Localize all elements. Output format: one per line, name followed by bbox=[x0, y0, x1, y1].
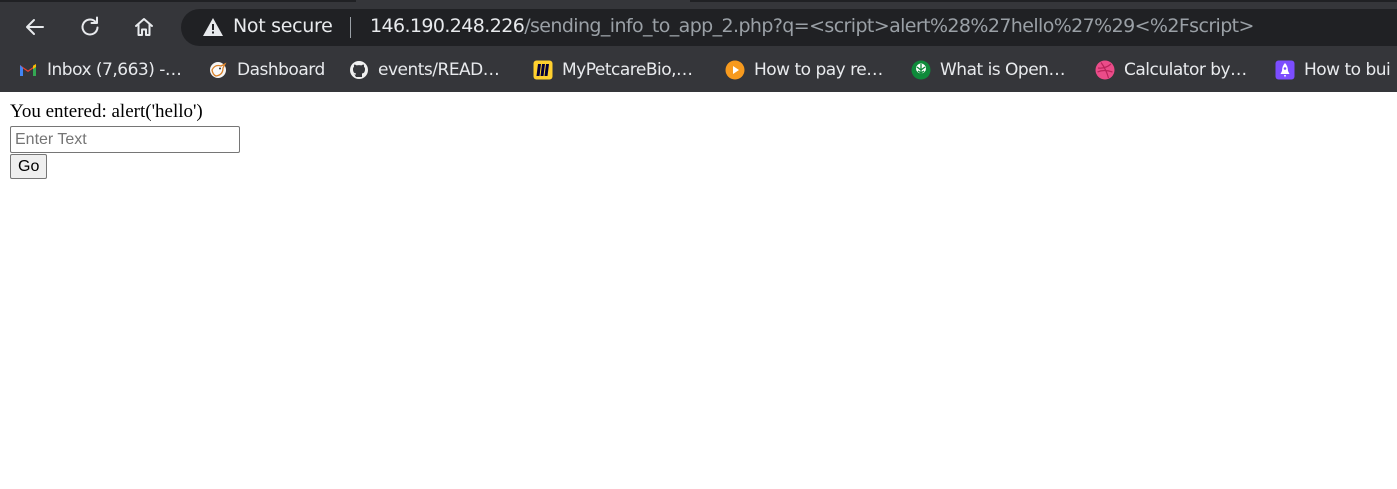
bookmark-how-to-pay[interactable]: How to pay re… bbox=[725, 57, 883, 83]
dribbble-icon bbox=[1095, 60, 1115, 80]
bookmark-label: What is Open… bbox=[940, 60, 1065, 80]
bookmark-label: Calculator by… bbox=[1124, 60, 1247, 80]
miro-icon bbox=[533, 60, 553, 80]
bookmark-events-readme[interactable]: events/READ… bbox=[349, 57, 500, 83]
bookmark-what-is-open[interactable]: What is Open… bbox=[911, 57, 1065, 83]
page-content: You entered: alert('hello') Go bbox=[0, 92, 1397, 489]
back-button[interactable] bbox=[19, 11, 51, 43]
address-bar[interactable]: Not secure 146.190.248.226/sending_info_… bbox=[181, 9, 1397, 46]
go-button[interactable]: Go bbox=[10, 154, 48, 179]
bookmark-how-to-build[interactable]: How to bui bbox=[1275, 57, 1391, 83]
back-arrow-icon bbox=[26, 19, 44, 35]
url-text[interactable]: 146.190.248.226/sending_info_to_app_2.ph… bbox=[370, 15, 1254, 37]
text-input[interactable] bbox=[10, 126, 240, 153]
url-path: /sending_info_to_app_2.php?q=<script>ale… bbox=[524, 15, 1254, 37]
play-circle-icon bbox=[725, 60, 745, 80]
bookmark-label: Dashboard bbox=[237, 60, 325, 80]
bookmark-label: Inbox (7,663) -… bbox=[47, 60, 182, 80]
bookmark-label: How to pay re… bbox=[754, 60, 883, 80]
bookmark-inbox[interactable]: Inbox (7,663) -… bbox=[18, 57, 182, 83]
bookmark-dashboard[interactable]: Dashboard bbox=[208, 57, 325, 83]
bookmark-label: MyPetcareBio,… bbox=[562, 60, 693, 80]
reload-icon bbox=[81, 16, 99, 36]
tree-icon bbox=[911, 60, 931, 80]
omnibox-divider bbox=[350, 17, 351, 38]
browser-toolbar: Not secure 146.190.248.226/sending_info_… bbox=[0, 0, 1397, 54]
entered-text: You entered: alert('hello') bbox=[10, 101, 203, 122]
rocket-icon bbox=[1275, 60, 1295, 80]
url-host: 146.190.248.226 bbox=[370, 15, 525, 37]
bookmark-label: How to bui bbox=[1304, 60, 1391, 80]
browser-chrome: Not secure 146.190.248.226/sending_info_… bbox=[0, 0, 1397, 92]
security-label[interactable]: Not secure bbox=[233, 15, 333, 37]
bookmark-label: events/READ… bbox=[378, 60, 500, 80]
bookmarks-bar: Inbox (7,663) -… Dashboard events/READ… … bbox=[0, 54, 1397, 86]
reload-button[interactable] bbox=[74, 11, 106, 43]
home-button[interactable] bbox=[128, 11, 160, 43]
bookmark-mypetcarebio[interactable]: MyPetcareBio,… bbox=[533, 57, 693, 83]
gmail-icon bbox=[20, 64, 36, 76]
bookmark-calculator[interactable]: Calculator by… bbox=[1095, 57, 1247, 83]
github-icon bbox=[350, 61, 368, 79]
bird-icon bbox=[210, 62, 227, 78]
home-icon bbox=[135, 18, 153, 36]
warning-triangle-icon[interactable] bbox=[202, 17, 224, 37]
